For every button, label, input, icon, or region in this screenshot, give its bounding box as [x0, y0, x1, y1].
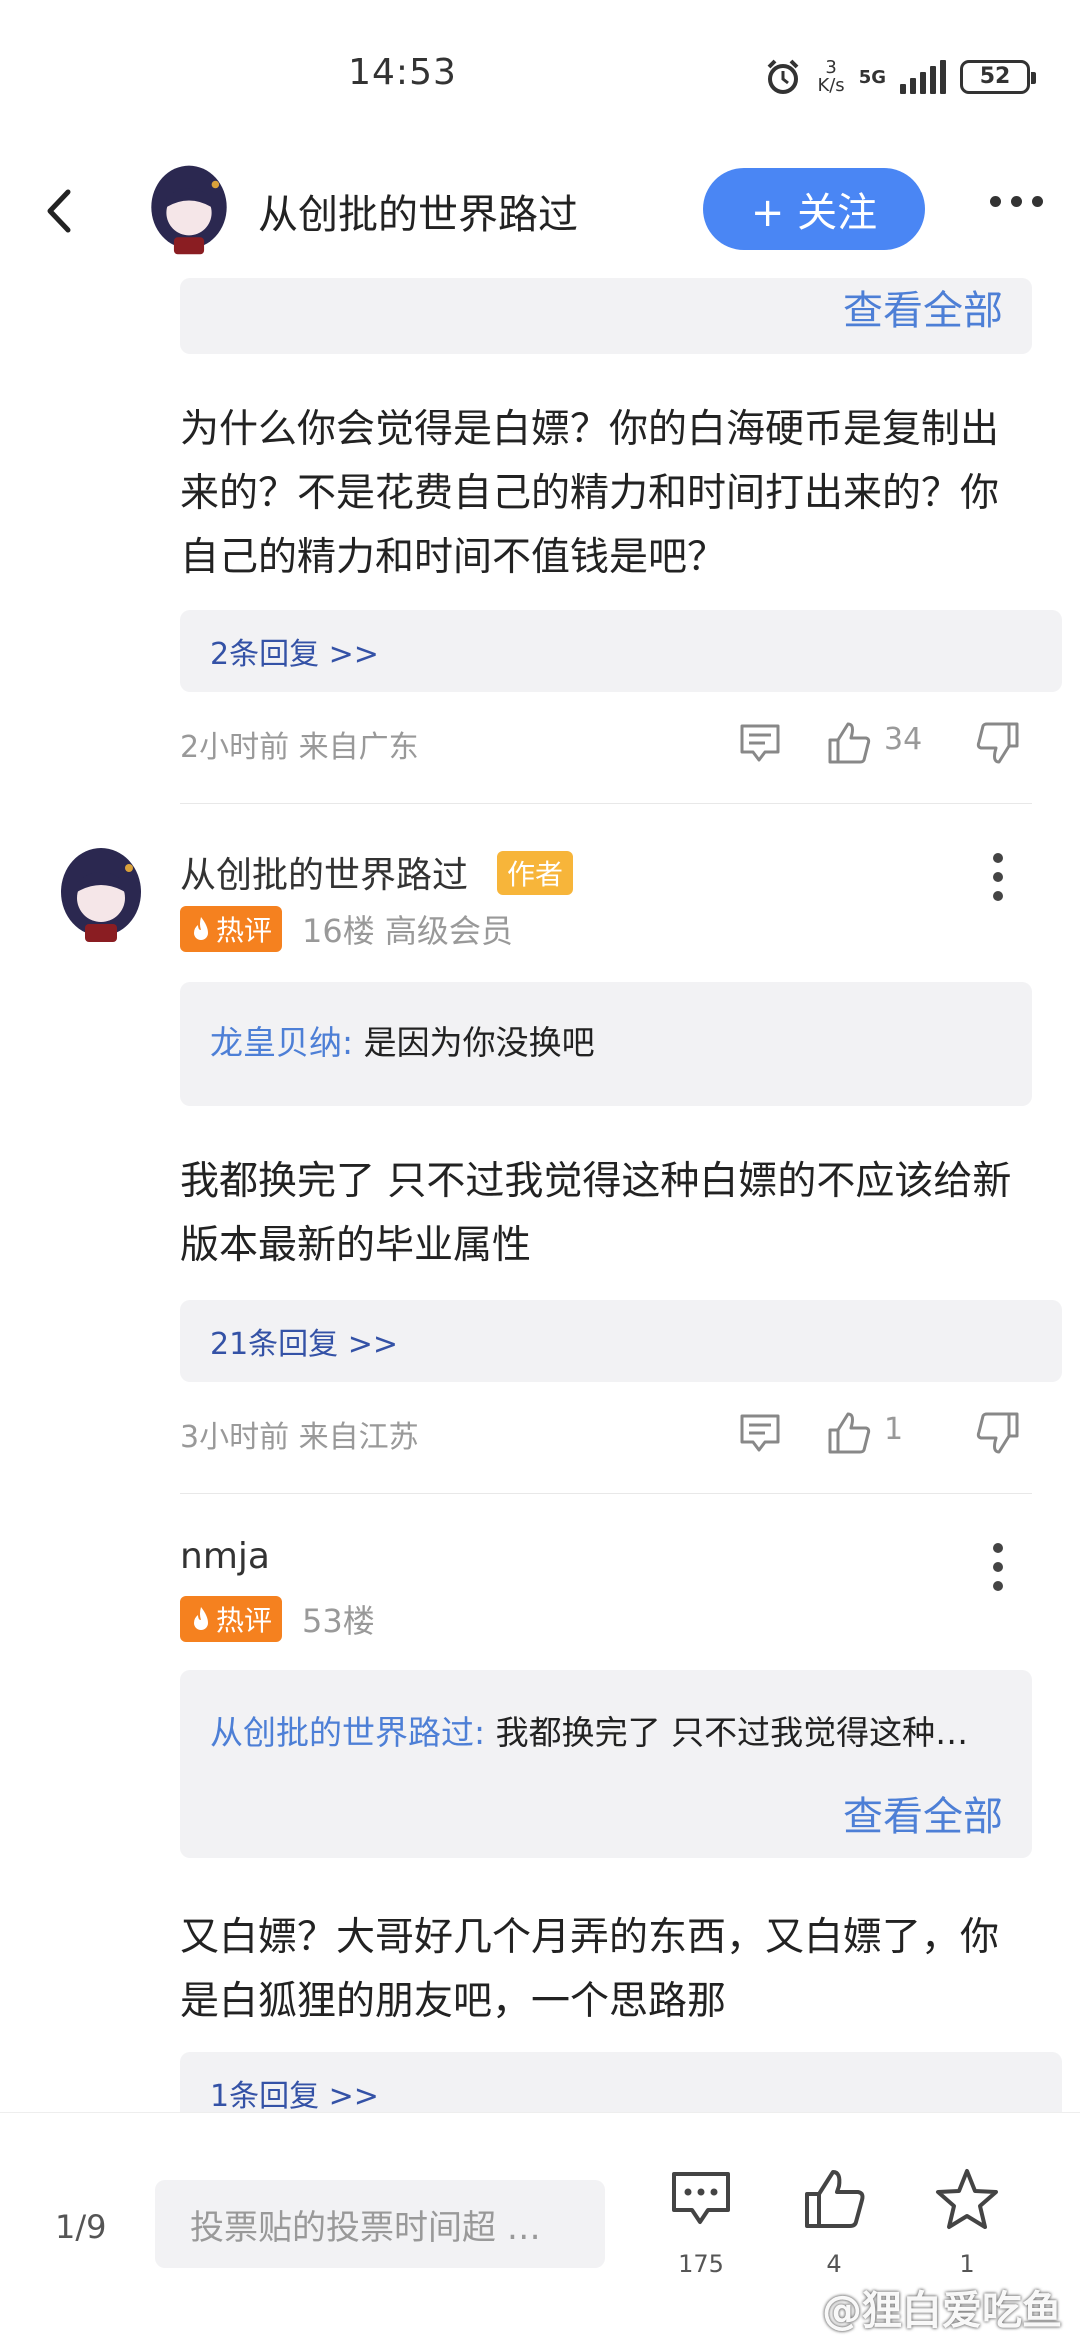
- status-time: 14:53: [348, 52, 457, 93]
- quote-content: 龙皇贝纳: 是因为你没换吧: [210, 1016, 1000, 1064]
- alarm-icon: [768, 59, 799, 94]
- hot-comment-badge: 热评: [180, 1596, 283, 1642]
- divider: [180, 1493, 1032, 1494]
- comment-menu-icon[interactable]: [993, 853, 1005, 910]
- comment-text: 又白嫖？大哥好几个月弄的东西，又白嫖了，你是白狐狸的朋友吧，一个思路那: [180, 1915, 1000, 2024]
- signal-icon: [900, 60, 946, 94]
- header-avatar[interactable]: [145, 160, 233, 258]
- like-count: 1: [884, 1412, 904, 1447]
- floor-info: 53楼: [302, 1602, 375, 1640]
- comment-text: 我都换完了 只不过我觉得这种白嫖的不应该给新版本最新的毕业属性: [180, 1159, 1012, 1268]
- like-count: 34: [884, 722, 923, 757]
- comment-meta: 3小时前 来自江苏: [180, 1420, 419, 1455]
- reply-icon[interactable]: [737, 720, 783, 766]
- author-badge: 作者: [497, 851, 574, 895]
- thumbs-down-icon[interactable]: [975, 1410, 1021, 1456]
- floor-info: 16楼 高级会员: [302, 912, 513, 950]
- star-icon[interactable]: [934, 2166, 1000, 2232]
- more-options-icon[interactable]: [990, 196, 1043, 207]
- see-all-link[interactable]: 查看全部: [843, 1784, 1003, 1842]
- network-speed: 3 K/s: [817, 57, 845, 96]
- quoted-username[interactable]: 从创批的世界路过:: [210, 1713, 485, 1752]
- see-all-link[interactable]: 查看全部: [843, 278, 1003, 336]
- comment-input[interactable]: 投票贴的投票时间超 …: [155, 2180, 605, 2268]
- battery-icon: 52: [960, 60, 1036, 94]
- thumbs-up-icon[interactable]: [826, 1410, 872, 1456]
- divider: [180, 803, 1032, 804]
- quoted-username[interactable]: 龙皇贝纳:: [210, 1023, 353, 1062]
- like-count: 4: [826, 2250, 842, 2278]
- comment-meta: 2小时前 来自广东: [180, 730, 419, 765]
- quoted-text: 我都换完了 只不过我觉得这种…: [495, 1713, 969, 1752]
- follow-button[interactable]: + 关注: [703, 168, 925, 250]
- back-arrow-icon[interactable]: [40, 186, 76, 236]
- reply-icon[interactable]: [737, 1410, 783, 1456]
- replies-link[interactable]: 21条回复 >>: [180, 1300, 1062, 1382]
- favorite-count: 1: [959, 2250, 975, 2278]
- status-icons: 3 K/s 5G 52: [763, 52, 1036, 102]
- page-indicator[interactable]: 1/9: [55, 2208, 107, 2246]
- quote-content: 从创批的世界路过: 我都换完了 只不过我觉得这种…: [210, 1706, 1000, 1754]
- thumbs-down-icon[interactable]: [975, 720, 1021, 766]
- thumbs-up-icon[interactable]: [801, 2166, 867, 2232]
- header-title[interactable]: 从创批的世界路过: [258, 182, 578, 240]
- fire-icon: [194, 1607, 208, 1630]
- username[interactable]: nmja: [180, 1536, 270, 1577]
- username[interactable]: 从创批的世界路过: [180, 846, 468, 898]
- comment-icon[interactable]: [668, 2166, 734, 2232]
- hot-comment-badge: 热评: [180, 906, 283, 952]
- comment-menu-icon[interactable]: [993, 1543, 1005, 1600]
- quoted-text: 是因为你没换吧: [363, 1023, 595, 1062]
- comment-text: 为什么你会觉得是白嫖？你的白海硬币是复制出来的？不是花费自己的精力和时间打出来的…: [180, 407, 1000, 580]
- comment-count: 175: [678, 2250, 724, 2278]
- avatar[interactable]: [55, 842, 147, 946]
- thumbs-up-icon[interactable]: [826, 720, 872, 766]
- network-type: 5G: [858, 66, 886, 88]
- replies-link[interactable]: 2条回复 >>: [180, 610, 1062, 692]
- fire-icon: [194, 917, 208, 940]
- watermark: @狸白爱吃鱼: [822, 2288, 1062, 2334]
